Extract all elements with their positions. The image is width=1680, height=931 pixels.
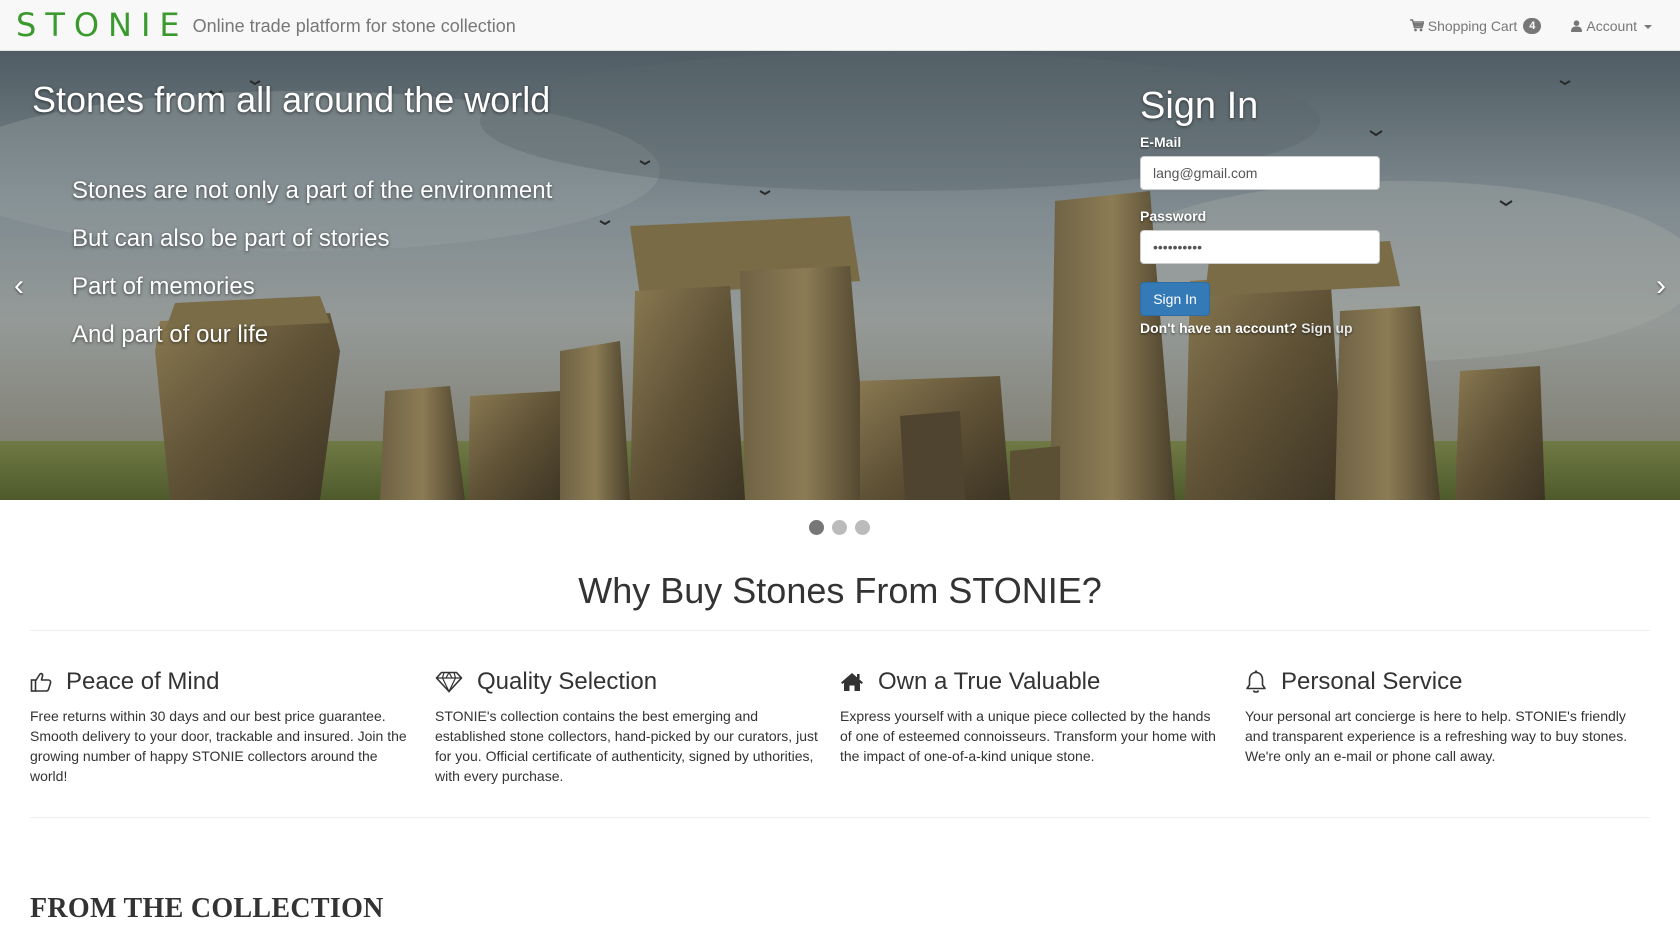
hero-line: And part of our life: [72, 321, 269, 348]
feature-peace-of-mind: Peace of Mind Free returns within 30 day…: [30, 668, 435, 786]
bell-icon: [1246, 670, 1266, 693]
thumbs-up-icon: [30, 672, 52, 692]
carousel-next-icon[interactable]: ›: [1656, 269, 1666, 303]
carousel-indicators: [809, 520, 870, 535]
signup-link[interactable]: Sign up: [1301, 320, 1352, 336]
collection-heading: FROM THE COLLECTION: [30, 893, 384, 924]
divider: [30, 630, 1650, 631]
feature-personal-service: Personal Service Your personal art conci…: [1245, 668, 1650, 786]
hero-carousel: Stones from all around the world Stones …: [0, 51, 1680, 500]
password-label: Password: [1140, 208, 1207, 224]
divider: [30, 817, 1650, 818]
hero-line: But can also be part of stories: [72, 225, 390, 252]
carousel-prev-icon[interactable]: ‹: [14, 269, 24, 303]
signup-prompt-text: Don't have an account?: [1140, 320, 1298, 336]
signup-prompt: Don't have an account? Sign up: [1140, 320, 1390, 336]
feature-title: Quality Selection: [477, 668, 658, 695]
why-title: Why Buy Stones From STONIE?: [578, 570, 1102, 611]
email-field[interactable]: lang@gmail.com: [1140, 156, 1380, 190]
chevron-down-icon: [1644, 24, 1652, 29]
feature-title: Own a True Valuable: [878, 668, 1101, 695]
carousel-indicator-1[interactable]: [809, 520, 824, 535]
signin-title: Sign In: [1140, 85, 1259, 127]
feature-head: Peace of Mind: [30, 668, 415, 696]
email-label: E-Mail: [1140, 134, 1182, 150]
hero-lines: Stones are not only a part of the enviro…: [72, 177, 552, 369]
user-icon: [1571, 19, 1583, 32]
feature-head: Quality Selection: [435, 668, 820, 696]
diamond-icon: [435, 671, 463, 693]
feature-title: Personal Service: [1281, 668, 1463, 695]
feature-text: Express yourself with a unique piece col…: [840, 708, 1216, 764]
feature-quality-selection: Quality Selection STONIE's collection co…: [435, 668, 840, 786]
shopping-cart-link[interactable]: Shopping Cart 4: [1409, 17, 1542, 34]
nav-right: Shopping Cart 4 Account: [1409, 0, 1652, 51]
features-row: Peace of Mind Free returns within 30 day…: [30, 668, 1650, 786]
hero-title: Stones from all around the world: [32, 79, 551, 120]
account-label: Account: [1586, 17, 1637, 34]
cart-icon: [1409, 19, 1424, 32]
brand-tagline: Online trade platform for stone collecti…: [192, 15, 516, 36]
cart-count-badge: 4: [1523, 17, 1542, 34]
hero-line: Stones are not only a part of the enviro…: [72, 177, 553, 204]
account-dropdown[interactable]: Account: [1571, 18, 1652, 34]
feature-true-valuable: Own a True Valuable Express yourself wit…: [840, 668, 1245, 786]
navbar: STONIE Online trade platform for stone c…: [0, 0, 1680, 51]
hero-line: Part of memories: [72, 273, 255, 300]
carousel-indicator-3[interactable]: [855, 520, 870, 535]
carousel-indicator-2[interactable]: [832, 520, 847, 535]
cart-label: Shopping Cart: [1427, 17, 1518, 34]
feature-head: Own a True Valuable: [840, 668, 1225, 696]
home-icon: [841, 673, 863, 691]
feature-text: Your personal art concierge is here to h…: [1245, 708, 1628, 764]
signin-button[interactable]: Sign In: [1140, 282, 1210, 316]
feature-text: STONIE's collection contains the best em…: [435, 708, 818, 784]
password-field[interactable]: ••••••••••: [1140, 230, 1380, 264]
signin-form: Sign In E-Mail lang@gmail.com Password •…: [1140, 85, 1390, 336]
feature-text: Free returns within 30 days and our best…: [30, 708, 407, 784]
feature-title: Peace of Mind: [66, 668, 220, 695]
brand-logo[interactable]: STONIE: [16, 6, 189, 44]
feature-head: Personal Service: [1245, 668, 1630, 696]
